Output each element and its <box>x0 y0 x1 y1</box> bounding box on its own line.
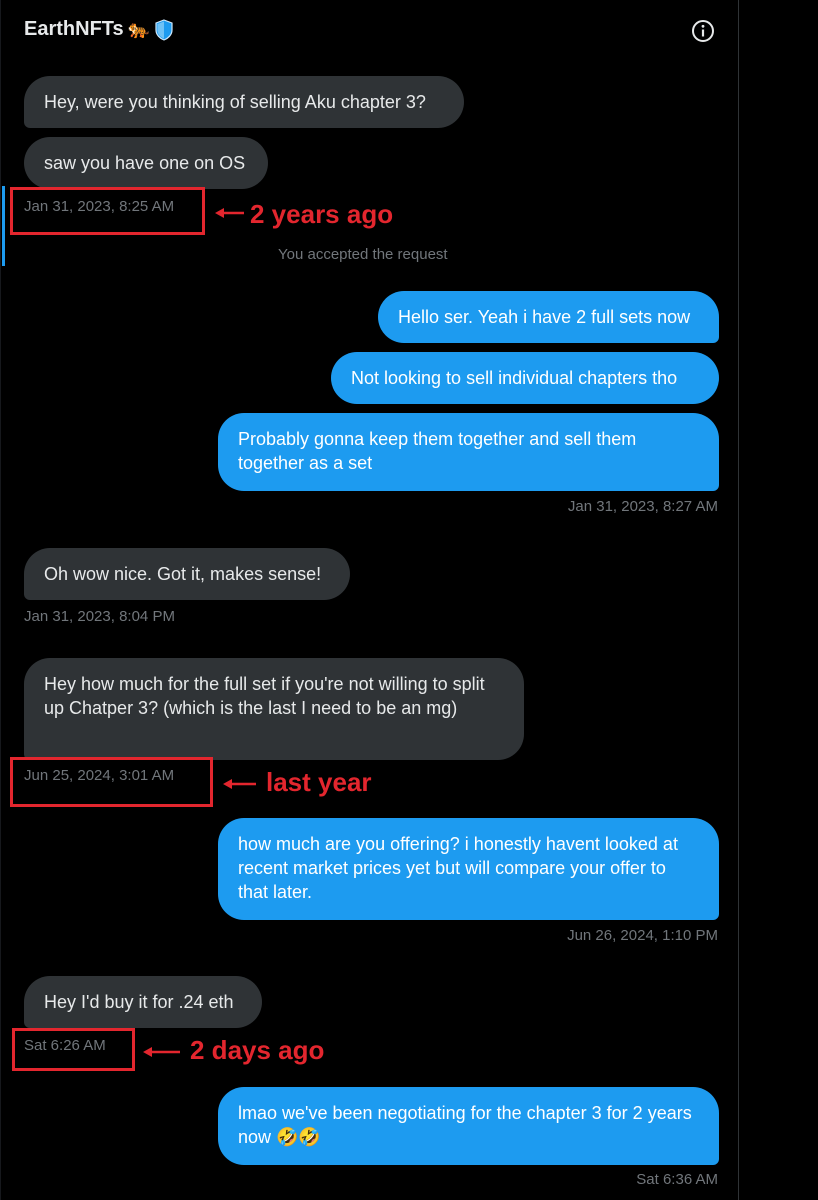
message-bubble-incoming[interactable]: Hey, were you thinking of selling Aku ch… <box>24 76 464 128</box>
annotation-label: 2 years ago <box>250 199 394 229</box>
conversation-title[interactable]: EarthNFTs 🐅 <box>24 18 174 41</box>
message-text: Hey how much for the full set if you're … <box>44 674 485 718</box>
panel-left-edge <box>0 0 1 1200</box>
message-bubble-incoming[interactable]: Hey I'd buy it for .24 eth <box>24 976 262 1028</box>
message-text: Probably gonna keep them together and se… <box>238 429 637 473</box>
tiger-emoji-icon: 🐅 <box>127 19 151 39</box>
message-text: Oh wow nice. Got it, makes sense! <box>44 564 322 584</box>
message-bubble-outgoing[interactable]: lmao we've been negotiating for the chap… <box>218 1087 719 1165</box>
system-message: You accepted the request <box>278 246 448 263</box>
arrow-left-icon <box>223 779 256 789</box>
message-text: Hello ser. Yeah i have 2 full sets now <box>398 307 691 327</box>
annotation-label: last year <box>266 767 372 797</box>
scroll-indicator[interactable] <box>2 186 5 266</box>
message-bubble-incoming[interactable]: Oh wow nice. Got it, makes sense! <box>24 548 350 600</box>
message-bubble-outgoing[interactable]: Not looking to sell individual chapters … <box>331 352 719 404</box>
message-bubble-outgoing[interactable]: how much are you offering? i honestly ha… <box>218 818 719 920</box>
message-text: Not looking to sell individual chapters … <box>351 368 678 388</box>
contact-name: EarthNFTs <box>24 18 124 40</box>
message-bubble-incoming[interactable]: Hey how much for the full set if you're … <box>24 658 524 760</box>
message-timestamp: Jan 31, 2023, 8:04 PM <box>24 608 175 625</box>
message-text: Hey, were you thinking of selling Aku ch… <box>44 92 426 112</box>
arrow-left-icon <box>215 208 244 218</box>
message-bubble-outgoing[interactable]: Hello ser. Yeah i have 2 full sets now <box>378 291 719 343</box>
verified-shield-icon <box>155 18 173 41</box>
message-text: Hey I'd buy it for .24 eth <box>44 992 234 1012</box>
panel-divider <box>738 0 739 1200</box>
message-timestamp: Jan 31, 2023, 8:27 AM <box>567 498 718 515</box>
highlight-box <box>12 1028 135 1071</box>
info-icon[interactable] <box>690 18 716 44</box>
highlight-box <box>10 187 205 235</box>
conversation-header: EarthNFTs 🐅 <box>0 0 818 62</box>
message-text: how much are you offering? i honestly ha… <box>238 834 678 902</box>
message-bubble-outgoing[interactable]: Probably gonna keep them together and se… <box>218 413 719 491</box>
annotation-label: 2 days ago <box>190 1035 325 1065</box>
highlight-box <box>10 757 213 807</box>
message-timestamp: Sat 6:36 AM <box>636 1171 718 1188</box>
message-bubble-incoming[interactable]: saw you have one on OS <box>24 137 268 189</box>
message-text: lmao we've been negotiating for the chap… <box>238 1103 692 1147</box>
message-timestamp: Jun 26, 2024, 1:10 PM <box>567 927 718 944</box>
message-text: saw you have one on OS <box>44 153 246 173</box>
arrow-left-icon <box>143 1047 180 1057</box>
